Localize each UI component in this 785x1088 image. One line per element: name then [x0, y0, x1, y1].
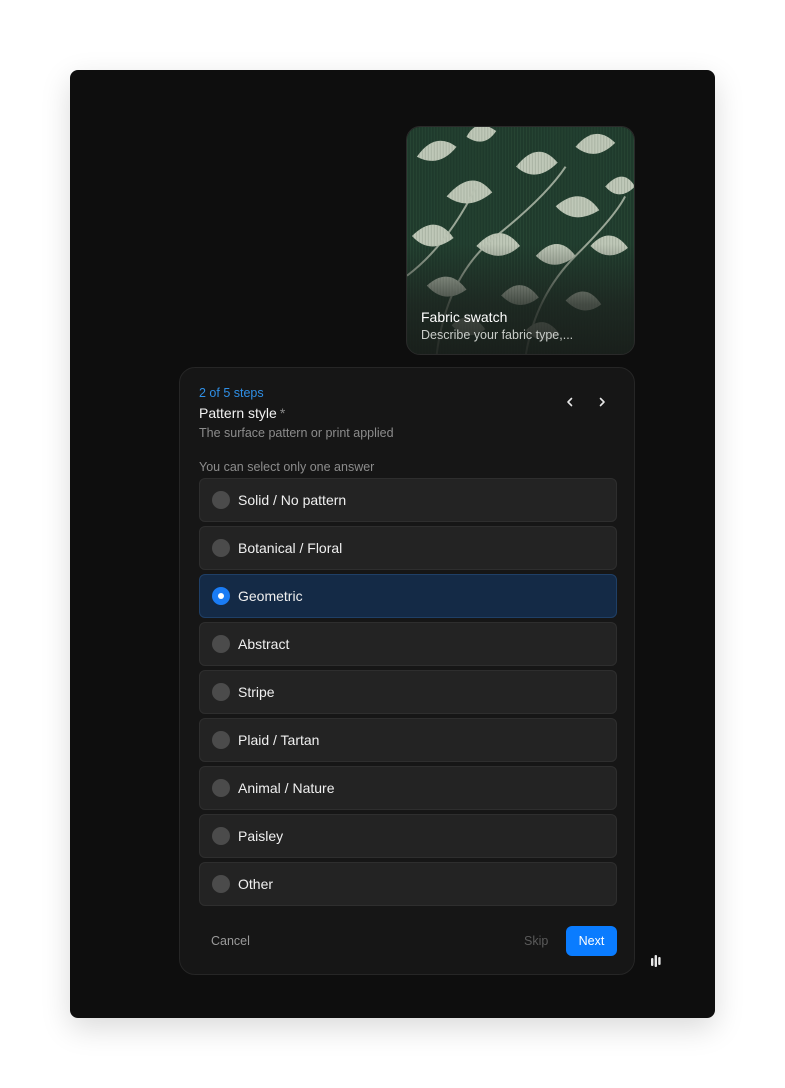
radio-unchecked-icon[interactable] [212, 875, 230, 893]
option-item[interactable]: Animal / Nature [199, 766, 617, 810]
radio-unchecked-icon[interactable] [212, 779, 230, 797]
option-label: Other [238, 876, 274, 892]
question-title-text: Pattern style [199, 405, 277, 421]
option-label: Stripe [238, 684, 275, 700]
next-button[interactable]: Next [566, 926, 617, 956]
selection-hint: You can select only one answer [199, 460, 375, 474]
required-mark: * [279, 405, 286, 421]
brand-logo-icon [651, 955, 661, 967]
radio-unchecked-icon[interactable] [212, 683, 230, 701]
option-label: Abstract [238, 636, 290, 652]
question-title: Pattern style * [199, 405, 285, 421]
radio-unchecked-icon[interactable] [212, 635, 230, 653]
swatch-title: Fabric swatch [421, 309, 508, 325]
radio-unchecked-icon[interactable] [212, 731, 230, 749]
option-item[interactable]: Other [199, 862, 617, 906]
cancel-button[interactable]: Cancel [211, 934, 250, 948]
radio-checked-icon[interactable] [212, 587, 230, 605]
app-window: Fabric swatch Describe your fabric type,… [70, 70, 715, 1018]
option-item[interactable]: Solid / No pattern [199, 478, 617, 522]
option-label: Animal / Nature [238, 780, 335, 796]
radio-unchecked-icon[interactable] [212, 491, 230, 509]
option-item[interactable]: Abstract [199, 622, 617, 666]
next-step-button[interactable] [590, 390, 614, 414]
survey-panel: 2 of 5 steps Pattern style * The surface … [179, 367, 635, 975]
step-counter: 2 of 5 steps [199, 386, 264, 400]
radio-unchecked-icon[interactable] [212, 827, 230, 845]
fabric-swatch-card[interactable]: Fabric swatch Describe your fabric type,… [406, 126, 635, 355]
option-item[interactable]: Plaid / Tartan [199, 718, 617, 762]
swatch-subtitle: Describe your fabric type,... [421, 328, 574, 342]
option-label: Solid / No pattern [238, 492, 347, 508]
option-item[interactable]: Botanical / Floral [199, 526, 617, 570]
chevron-left-icon [567, 397, 573, 407]
skip-button[interactable]: Skip [524, 934, 548, 948]
option-label: Plaid / Tartan [238, 732, 320, 748]
question-description: The surface pattern or print applied [199, 426, 394, 440]
radio-unchecked-icon[interactable] [212, 539, 230, 557]
previous-step-button[interactable] [558, 390, 582, 414]
option-label: Geometric [238, 588, 303, 604]
option-label: Botanical / Floral [238, 540, 343, 556]
option-label: Paisley [238, 828, 284, 844]
option-item[interactable]: Paisley [199, 814, 617, 858]
answer-options: Solid / No pattern Botanical / Floral Geom… [199, 478, 617, 910]
option-item[interactable]: Geometric [199, 574, 617, 618]
option-item[interactable]: Stripe [199, 670, 617, 714]
chevron-right-icon [599, 397, 605, 407]
